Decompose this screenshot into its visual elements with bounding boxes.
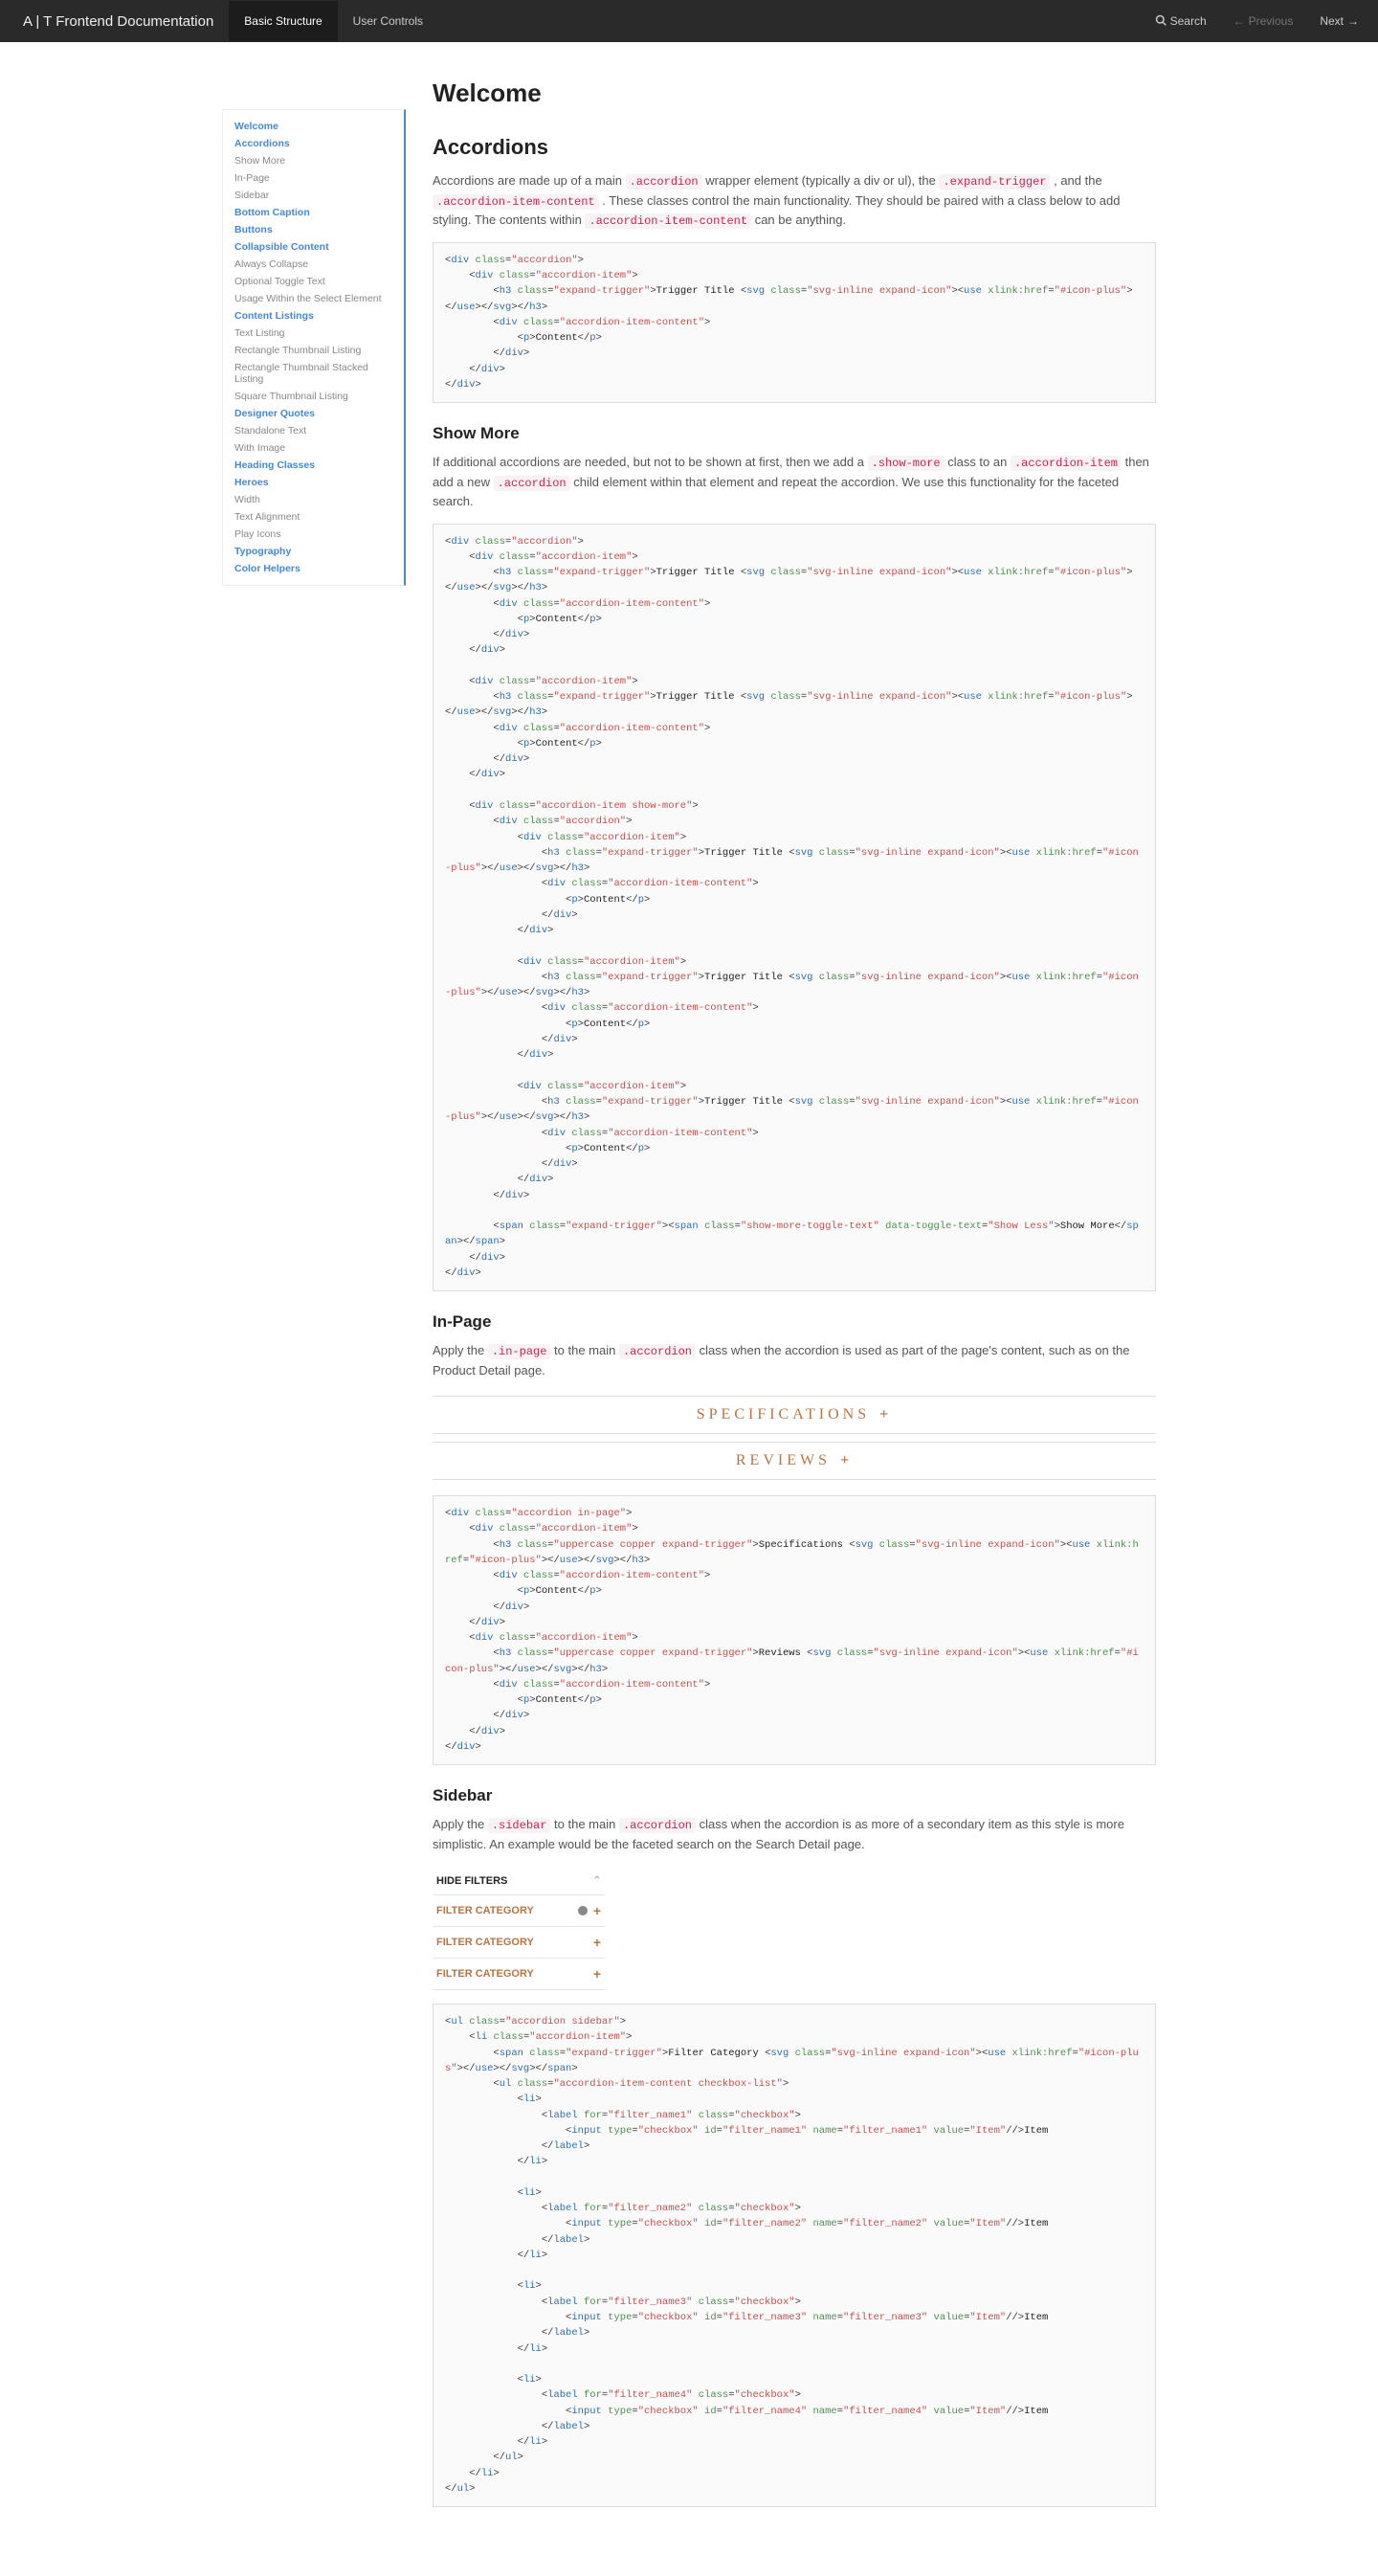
- tab-user-controls[interactable]: User Controls: [338, 1, 438, 41]
- code-expand-trigger: .expand-trigger: [939, 174, 1050, 190]
- sidebar-nav: WelcomeAccordionsShow MoreIn-PageSidebar…: [222, 109, 406, 2576]
- sidebar-item-collapsible-content[interactable]: Collapsible Content: [223, 238, 404, 256]
- sidebar-item-accordions[interactable]: Accordions: [223, 135, 404, 152]
- plus-icon: +: [879, 1406, 892, 1423]
- chevron-up-icon: ⌃: [593, 1875, 601, 1886]
- sidebar-item-width[interactable]: Width: [223, 491, 404, 508]
- showmore-desc: If additional accordions are needed, but…: [433, 453, 1156, 511]
- code-acc-sidebar: .accordion: [619, 1818, 696, 1833]
- next-button[interactable]: Next →: [1308, 5, 1370, 37]
- code-block-1: <div class="accordion"> <div class="acco…: [433, 242, 1156, 403]
- accordions-desc: Accordions are made up of a main .accord…: [433, 171, 1156, 231]
- sidebar-item-welcome[interactable]: Welcome: [223, 118, 404, 135]
- section-showmore: Show More: [433, 424, 1156, 443]
- plus-icon: +: [593, 1966, 601, 1982]
- sidebar-item-heroes[interactable]: Heroes: [223, 474, 404, 491]
- code-sidebar: .sidebar: [488, 1818, 551, 1833]
- next-label: Next: [1320, 14, 1344, 28]
- plus-icon: +: [840, 1452, 853, 1469]
- code-inpage: .in-page: [488, 1344, 551, 1359]
- tab-basic-structure[interactable]: Basic Structure: [229, 1, 337, 41]
- code-block-4: <ul class="accordion sidebar"> <li class…: [433, 2004, 1156, 2507]
- sidebar-item-usage-within-the-select-element[interactable]: Usage Within the Select Element: [223, 290, 404, 307]
- sidebar-item-square-thumbnail-listing[interactable]: Square Thumbnail Listing: [223, 388, 404, 405]
- code-acc-item: .accordion-item: [1011, 456, 1122, 471]
- nav-tabs: Basic Structure User Controls: [229, 1, 438, 41]
- demo-sidebar: HIDE FILTERS⌃ FILTER CATEGORY + FILTER C…: [433, 1868, 605, 1990]
- sidebar-item-content-listings[interactable]: Content Listings: [223, 307, 404, 325]
- search-button[interactable]: Search: [1144, 5, 1218, 38]
- inpage-desc: Apply the .in-page to the main .accordio…: [433, 1341, 1156, 1380]
- code-block-2: <div class="accordion"> <div class="acco…: [433, 524, 1156, 1292]
- arrow-right-icon: →: [1347, 14, 1359, 28]
- sidebar-item-color-helpers[interactable]: Color Helpers: [223, 560, 404, 577]
- section-inpage: In-Page: [433, 1312, 1156, 1332]
- sidebar-item-rectangle-thumbnail-stacked-listing[interactable]: Rectangle Thumbnail Stacked Listing: [223, 359, 404, 388]
- code-item-content-2: .accordion-item-content: [585, 213, 751, 229]
- sidebar-item-play-icons[interactable]: Play Icons: [223, 526, 404, 543]
- sidebar-item-text-listing[interactable]: Text Listing: [223, 325, 404, 342]
- prev-button[interactable]: ← Previous: [1222, 5, 1305, 37]
- demo-inpage: SPECIFICATIONS+ REVIEWS+: [433, 1396, 1156, 1480]
- main-content: Welcome Accordions Accordions are made u…: [433, 42, 1156, 2576]
- demo-filter-cat-2[interactable]: FILTER CATEGORY+: [433, 1927, 605, 1959]
- sidebar-item-rectangle-thumbnail-listing[interactable]: Rectangle Thumbnail Listing: [223, 342, 404, 359]
- top-nav: A | T Frontend Documentation Basic Struc…: [0, 0, 1378, 42]
- section-sidebar: Sidebar: [433, 1786, 1156, 1805]
- code-showmore: .show-more: [868, 456, 945, 471]
- sidebar-item-with-image[interactable]: With Image: [223, 439, 404, 457]
- sidebar-item-standalone-text[interactable]: Standalone Text: [223, 422, 404, 439]
- code-acc: .accordion: [494, 476, 570, 491]
- status-dot-icon: [578, 1906, 588, 1915]
- search-icon: [1155, 14, 1167, 29]
- sidebar-item-buttons[interactable]: Buttons: [223, 221, 404, 238]
- sidebar-item-heading-classes[interactable]: Heading Classes: [223, 457, 404, 474]
- sidebar-item-designer-quotes[interactable]: Designer Quotes: [223, 405, 404, 422]
- plus-icon: +: [593, 1935, 601, 1950]
- sidebar-item-typography[interactable]: Typography: [223, 543, 404, 560]
- demo-row-reviews[interactable]: REVIEWS+: [433, 1442, 1156, 1480]
- code-block-3: <div class="accordion in-page"> <div cla…: [433, 1495, 1156, 1765]
- demo-filter-cat-3[interactable]: FILTER CATEGORY+: [433, 1959, 605, 1990]
- section-accordions: Accordions: [433, 135, 1156, 160]
- sidebar-item-bottom-caption[interactable]: Bottom Caption: [223, 204, 404, 221]
- brand-title: A | T Frontend Documentation: [8, 13, 229, 30]
- sidebar-item-sidebar[interactable]: Sidebar: [223, 187, 404, 204]
- demo-hide-filters[interactable]: HIDE FILTERS⌃: [433, 1868, 605, 1895]
- sidebar-item-optional-toggle-text[interactable]: Optional Toggle Text: [223, 273, 404, 290]
- demo-row-specifications[interactable]: SPECIFICATIONS+: [433, 1396, 1156, 1434]
- code-accordion: .accordion: [626, 174, 702, 190]
- sidebar-item-show-more[interactable]: Show More: [223, 152, 404, 169]
- sidebar-item-text-alignment[interactable]: Text Alignment: [223, 508, 404, 526]
- sidebar-desc: Apply the .sidebar to the main .accordio…: [433, 1815, 1156, 1854]
- demo-filter-cat-1[interactable]: FILTER CATEGORY +: [433, 1895, 605, 1927]
- page-title: Welcome: [433, 78, 1156, 108]
- sidebar-item-in-page[interactable]: In-Page: [223, 169, 404, 187]
- sidebar-item-always-collapse[interactable]: Always Collapse: [223, 256, 404, 273]
- arrow-left-icon: ←: [1234, 14, 1245, 28]
- search-label: Search: [1170, 14, 1207, 28]
- code-item-content: .accordion-item-content: [433, 194, 599, 210]
- prev-label: Previous: [1249, 14, 1294, 28]
- plus-icon: +: [593, 1903, 601, 1918]
- code-acc-inpage: .accordion: [619, 1344, 696, 1359]
